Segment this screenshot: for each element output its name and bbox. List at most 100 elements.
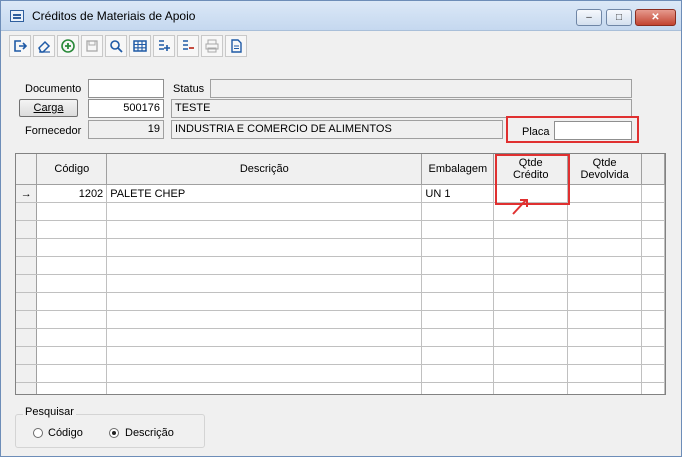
minimize-button[interactable]: – bbox=[576, 9, 602, 26]
empty-cell[interactable] bbox=[567, 310, 643, 329]
empty-cell[interactable] bbox=[106, 310, 423, 329]
empty-cell[interactable] bbox=[421, 292, 495, 311]
radio-descricao-label[interactable]: Descrição bbox=[125, 427, 174, 439]
maximize-button[interactable]: □ bbox=[606, 9, 632, 26]
empty-cell[interactable] bbox=[36, 202, 108, 221]
carga-button[interactable]: Carga bbox=[19, 99, 78, 117]
empty-table-row[interactable] bbox=[16, 364, 665, 383]
search-button[interactable] bbox=[105, 35, 127, 57]
clear-button[interactable] bbox=[33, 35, 55, 57]
empty-cell[interactable] bbox=[493, 310, 569, 329]
empty-cell[interactable] bbox=[106, 238, 423, 257]
empty-cell[interactable] bbox=[493, 346, 569, 365]
empty-cell[interactable] bbox=[106, 220, 423, 239]
empty-cell[interactable] bbox=[36, 346, 108, 365]
empty-cell[interactable] bbox=[36, 364, 108, 383]
empty-cell[interactable] bbox=[567, 274, 643, 293]
empty-cell[interactable] bbox=[493, 328, 569, 347]
empty-cell[interactable] bbox=[567, 328, 643, 347]
cell-embalagem[interactable]: UN 1 bbox=[421, 184, 495, 203]
empty-table-row[interactable] bbox=[16, 202, 665, 221]
empty-cell[interactable] bbox=[493, 238, 569, 257]
empty-cell[interactable] bbox=[36, 220, 108, 239]
remove-row-button[interactable] bbox=[177, 35, 199, 57]
empty-cell[interactable] bbox=[36, 274, 108, 293]
empty-cell[interactable] bbox=[421, 256, 495, 275]
empty-cell[interactable] bbox=[106, 202, 423, 221]
empty-cell[interactable] bbox=[106, 364, 423, 383]
empty-cell[interactable] bbox=[567, 220, 643, 239]
empty-cell[interactable] bbox=[567, 364, 643, 383]
cell-qtde-devolvida[interactable] bbox=[567, 184, 643, 203]
empty-cell[interactable] bbox=[493, 364, 569, 383]
empty-cell[interactable] bbox=[106, 346, 423, 365]
empty-table-row[interactable] bbox=[16, 256, 665, 275]
empty-cell[interactable] bbox=[567, 256, 643, 275]
empty-cell[interactable] bbox=[421, 346, 495, 365]
empty-cell[interactable] bbox=[36, 382, 108, 394]
empty-cell[interactable] bbox=[421, 238, 495, 257]
empty-table-row[interactable] bbox=[16, 238, 665, 257]
empty-cell[interactable] bbox=[567, 292, 643, 311]
empty-cell[interactable] bbox=[567, 238, 643, 257]
empty-cell[interactable] bbox=[36, 238, 108, 257]
exit-icon bbox=[14, 40, 28, 52]
empty-cell[interactable] bbox=[493, 256, 569, 275]
add-row-button[interactable] bbox=[153, 35, 175, 57]
column-header-embalagem[interactable]: Embalagem bbox=[421, 154, 495, 185]
report-button[interactable] bbox=[225, 35, 247, 57]
empty-table-row[interactable] bbox=[16, 274, 665, 293]
empty-table-row[interactable] bbox=[16, 292, 665, 311]
empty-cell[interactable] bbox=[567, 382, 643, 394]
empty-table-row[interactable] bbox=[16, 382, 665, 394]
empty-cell[interactable] bbox=[493, 274, 569, 293]
empty-table-row[interactable] bbox=[16, 310, 665, 329]
column-header-qtde-devolvida[interactable]: Qtde Devolvida bbox=[567, 154, 643, 185]
empty-cell[interactable] bbox=[567, 202, 643, 221]
remove-row-icon bbox=[183, 40, 194, 50]
close-button[interactable]: ✕ bbox=[635, 9, 676, 26]
exit-button[interactable] bbox=[9, 35, 31, 57]
documento-field[interactable] bbox=[88, 79, 164, 98]
empty-cell[interactable] bbox=[36, 328, 108, 347]
empty-cell[interactable] bbox=[36, 256, 108, 275]
column-header-qtde-credito[interactable]: Qtde Crédito bbox=[493, 154, 569, 185]
empty-table-row[interactable] bbox=[16, 328, 665, 347]
items-grid[interactable]: Código Descrição Embalagem Qtde Crédito … bbox=[15, 153, 666, 395]
cell-descricao[interactable]: PALETE CHEP bbox=[106, 184, 423, 203]
empty-cell[interactable] bbox=[493, 292, 569, 311]
cell-codigo[interactable]: 1202 bbox=[36, 184, 108, 203]
empty-cell[interactable] bbox=[421, 220, 495, 239]
empty-cell[interactable] bbox=[106, 382, 423, 394]
empty-cell[interactable] bbox=[421, 274, 495, 293]
placa-field[interactable] bbox=[554, 121, 632, 140]
empty-cell[interactable] bbox=[36, 292, 108, 311]
radio-descricao[interactable] bbox=[109, 428, 119, 438]
empty-cell[interactable] bbox=[36, 310, 108, 329]
save-button[interactable] bbox=[81, 35, 103, 57]
empty-cell[interactable] bbox=[106, 274, 423, 293]
empty-cell[interactable] bbox=[106, 328, 423, 347]
radio-codigo-label[interactable]: Código bbox=[48, 427, 83, 439]
empty-table-row[interactable] bbox=[16, 220, 665, 239]
empty-cell[interactable] bbox=[421, 364, 495, 383]
column-header-codigo[interactable]: Código bbox=[36, 154, 108, 185]
radio-codigo[interactable] bbox=[33, 428, 43, 438]
empty-table-row[interactable] bbox=[16, 346, 665, 365]
empty-cell bbox=[641, 346, 665, 365]
empty-cell[interactable] bbox=[106, 256, 423, 275]
empty-cell[interactable] bbox=[493, 382, 569, 394]
table-row[interactable]: → 1202 PALETE CHEP UN 1 bbox=[16, 184, 665, 203]
column-header-descricao[interactable]: Descrição bbox=[106, 154, 423, 185]
empty-cell[interactable] bbox=[421, 328, 495, 347]
grid-button[interactable] bbox=[129, 35, 151, 57]
empty-cell[interactable] bbox=[421, 382, 495, 394]
new-button[interactable] bbox=[57, 35, 79, 57]
empty-cell[interactable] bbox=[493, 220, 569, 239]
empty-cell[interactable] bbox=[567, 346, 643, 365]
carga-code-field[interactable]: 500176 bbox=[88, 99, 164, 118]
empty-cell[interactable] bbox=[421, 310, 495, 329]
empty-cell[interactable] bbox=[421, 202, 495, 221]
print-button[interactable] bbox=[201, 35, 223, 57]
empty-cell[interactable] bbox=[106, 292, 423, 311]
